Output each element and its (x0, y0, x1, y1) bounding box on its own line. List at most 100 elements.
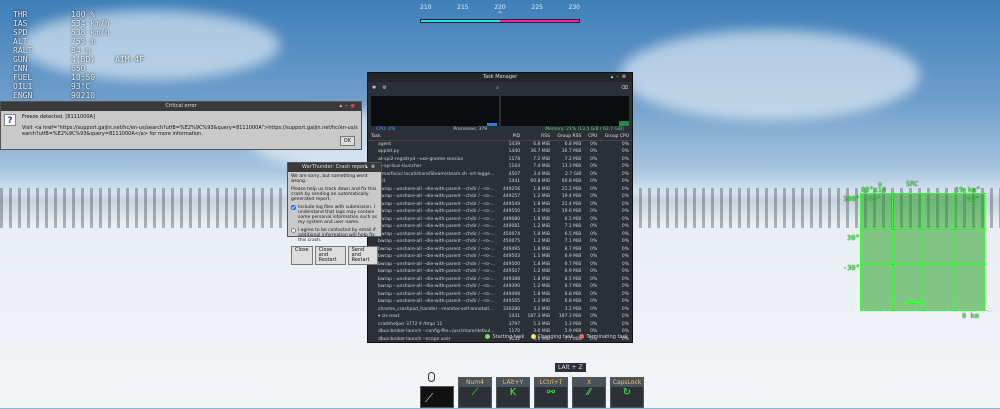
process-cell: chrome_crashpad_handler --monitor-self-a… (378, 306, 499, 312)
process-cell: 60.8 MiB (530, 179, 550, 185)
process-row[interactable]: bwrap --unshare-all --die-with-parent --… (368, 216, 632, 224)
weapon-slot[interactable]: CapsLock ↻ (610, 377, 644, 408)
process-row[interactable]: chrome_crashpad_handler --monitor-self-a… (368, 306, 632, 314)
process-cell: 449256 (502, 186, 521, 192)
column-header[interactable]: Group RSS (553, 133, 585, 141)
process-cell: bwrap --unshare-all --die-with-parent --… (378, 291, 499, 297)
process-row[interactable]: bwrap --unshare-all --die-with-parent --… (368, 208, 632, 216)
dialog-title: Critical error (165, 103, 197, 109)
settings-icon[interactable]: ⚙ (382, 85, 386, 91)
error-details: Visit <a href="https://support.gaijin.ne… (22, 125, 358, 137)
contact-email-checkbox[interactable] (291, 228, 296, 233)
process-row[interactable]: crashhelper 3772 9 /tmp/ 11 3797 5.3 MiB 5.… (368, 321, 632, 329)
process-row[interactable]: bwrap --unshare-all --die-with-parent --… (368, 231, 632, 239)
process-row[interactable]: bwrap --unshare-all --die-with-parent --… (368, 193, 632, 201)
process-cell: 449495 (502, 246, 521, 252)
process-cell: dbus-broker-launch --scope user (378, 336, 451, 342)
process-row[interactable]: ▾ cls-next 1431 187.3 MiB 187.3 MiB 0% 0% (368, 313, 632, 321)
clear-search-icon[interactable]: ⌫ (621, 85, 628, 91)
process-cell: 6.8 MiB (564, 142, 582, 147)
process-cell: 0% (590, 299, 598, 305)
process-cell: 0% (621, 216, 629, 222)
close-button[interactable]: ⊗ (622, 74, 629, 80)
include-logs-checkbox[interactable] (291, 205, 296, 210)
process-cell: 13.3 MiB (561, 164, 582, 170)
process-cell: bwrap --unshare-all --die-with-parent --… (378, 209, 499, 215)
process-row[interactable]: agent 1439 6.8 MiB 6.8 MiB 0% 0% (368, 141, 632, 149)
hud-label: THR (13, 10, 28, 19)
process-row[interactable]: bwrap --unshare-all --die-with-parent --… (368, 261, 632, 269)
memory-usage: Memory: 21% (13.5 GiB / 62.7 GiB) (545, 127, 624, 132)
process-cell: 449498 (502, 291, 521, 297)
column-header[interactable]: PID (498, 133, 524, 141)
search-icon[interactable]: ⌕ (496, 85, 499, 91)
column-header[interactable]: CPU (584, 133, 601, 141)
send-and-restart-button[interactable]: Send and Restart (347, 246, 378, 265)
process-cell: 449390 (502, 284, 521, 290)
process-cell: bwrap --unshare-all --die-with-parent --… (378, 239, 499, 245)
weapon-slot[interactable]: LCtrl+T ⚯ (534, 377, 568, 408)
hud-label: ENGN (13, 91, 33, 100)
process-cell: bwrap --unshare-all --die-with-parent --… (378, 194, 499, 200)
process-cell: bwrap --unshare-all --die-with-parent --… (378, 269, 499, 275)
process-cell: 0% (590, 254, 598, 260)
pod-fov: 83°x10 (861, 186, 887, 194)
process-cell: 1431 (508, 314, 521, 320)
search-input[interactable] (504, 84, 615, 92)
hud-value: 538 km/h (71, 28, 110, 37)
process-row[interactable]: bwrap --unshare-all --die-with-parent --… (368, 276, 632, 284)
column-header[interactable]: Task (368, 133, 499, 141)
process-row[interactable]: bwrap --unshare-all --die-with-parent --… (368, 186, 632, 194)
process-row[interactable]: at-spi-bus-launcher 1164 7.4 MiB 13.3 MiB 0%… (368, 163, 632, 171)
slot-gun[interactable]: ⟋ (420, 386, 454, 408)
process-cell: applet.py (378, 149, 400, 155)
weapon-toolbar: ⟋ Num4 ⟋ LAlt+Y K LCtrl+T ⚯ X ⁄⁄ CapsLock ↻ (420, 377, 644, 408)
hud-value: 534 km/h (71, 19, 110, 28)
close-button[interactable]: ● (351, 103, 358, 109)
process-cell: 19.4 MiB (561, 194, 582, 200)
process-cell: 1.2 MiB (533, 194, 550, 200)
contact-email-label: I agree to be contacted by email if addi… (298, 228, 376, 243)
close-button[interactable]: ⊗ (371, 164, 378, 170)
process-row[interactable]: bwrap --unshare-all --die-with-parent --… (368, 246, 632, 254)
memory-graph (501, 96, 629, 126)
process-cell: 2.7 GiB (564, 171, 582, 177)
process-cell: 0% (621, 314, 629, 320)
process-cell: 0% (621, 156, 629, 162)
process-cell: 1164 (508, 164, 521, 170)
process-row[interactable]: at-spi2-registryd --use-gnome-session 117… (368, 156, 632, 164)
process-cell: 6.7 MiB (564, 261, 582, 267)
weapon-slot[interactable]: X ⁄⁄ (572, 377, 606, 408)
process-cell: 0% (590, 246, 598, 252)
process-row[interactable]: bwrap --unshare-all --die-with-parent --… (368, 223, 632, 231)
process-row[interactable]: bwrap --unshare-all --die-with-parent --… (368, 253, 632, 261)
ok-button[interactable]: OK (339, 136, 355, 146)
process-row[interactable]: bwrap --unshare-all --die-with-parent --… (368, 201, 632, 209)
hud-row: IAS 534 km/h (13, 19, 144, 28)
legend-item: Terminating task (579, 334, 628, 340)
process-row[interactable]: bwrap --unshare-all --die-with-parent --… (368, 298, 632, 306)
process-cell: 19.6 MiB (561, 209, 582, 215)
process-cell: bwrap --unshare-all --die-with-parent --… (378, 201, 499, 207)
process-row[interactable]: /smarfasic/.local/share/Steam/steam.sh -… (368, 171, 632, 179)
column-header[interactable]: Group CPU (600, 133, 632, 141)
process-row[interactable]: applet.py 1440 36.7 MiB 36.7 MiB 0% 0% (368, 148, 632, 156)
process-row[interactable]: pkt 1441 60.8 MiB 60.8 MiB 0% 0% (368, 178, 632, 186)
process-cell: 6.8 MiB (533, 142, 550, 147)
process-cell: bwrap --unshare-all --die-with-parent --… (378, 254, 499, 260)
process-cell: 0% (621, 142, 629, 147)
process-cell: 3.2 MiB (564, 306, 582, 312)
column-header[interactable]: RSS (523, 133, 553, 141)
process-row[interactable]: bwrap --unshare-all --die-with-parent --… (368, 291, 632, 299)
close-and-restart-button[interactable]: Close and Restart (314, 246, 346, 265)
close-button[interactable]: Close (291, 246, 313, 265)
process-cell: 0% (621, 254, 629, 260)
process-row[interactable]: bwrap --unshare-all --die-with-parent --… (368, 283, 632, 291)
weapon-slot[interactable]: LAlt+Y K (496, 377, 530, 408)
process-row[interactable]: bwrap --unshare-all --die-with-parent --… (368, 238, 632, 246)
kill-icon[interactable]: ✱ (372, 85, 376, 91)
process-table: Task PID RSS Group RSS CPU Group CPU agent 1439… (368, 133, 632, 343)
process-row[interactable]: bwrap --unshare-all --die-with-parent --… (368, 268, 632, 276)
weapon-slot[interactable]: Num4 ⟋ (458, 377, 492, 408)
process-cell: 0% (621, 306, 629, 312)
